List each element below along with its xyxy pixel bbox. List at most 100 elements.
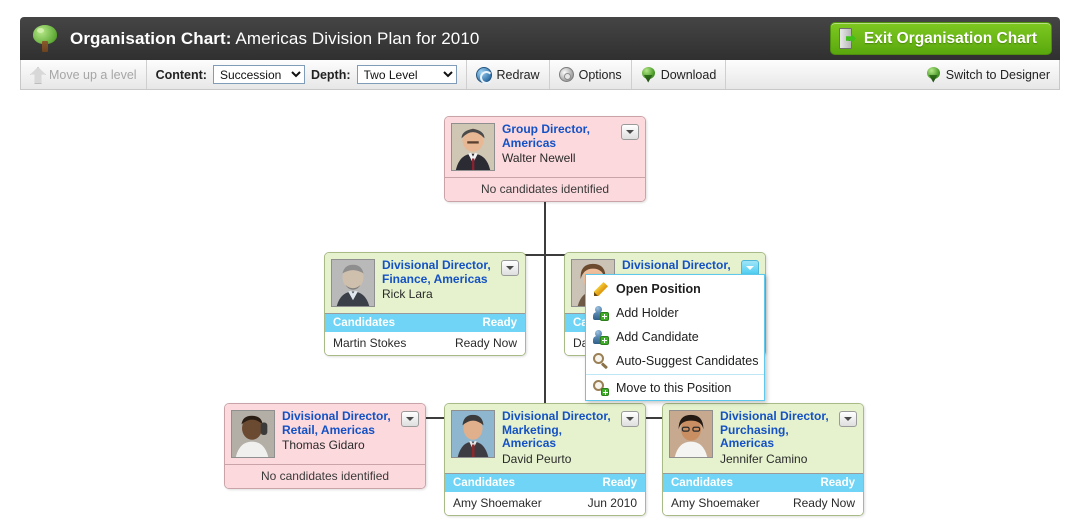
node-menu-button[interactable] [621,411,639,427]
magnifier-icon [593,353,609,369]
candidates-column-label: Candidates [671,476,733,489]
candidate-name: Amy Shoemaker [671,495,760,510]
ready-column-label: Ready [820,476,855,489]
add-person-icon [593,329,609,345]
move-up-a-level-button[interactable]: Move up a level [30,67,137,82]
node-person: Rick Lara [382,287,433,301]
node-titles: Divisional Director, Retail, Americas Th… [282,409,419,458]
node-person: Jennifer Camino [720,451,808,466]
context-menu-item-open-position[interactable]: Open Position [586,277,764,301]
no-candidates-label: No candidates identified [445,177,645,201]
avatar [451,410,495,458]
node-person: Walter Newell [502,151,576,165]
gear-icon [558,67,574,82]
toolbar-group-designer: Switch to Designer [726,60,1059,89]
page-title: Organisation Chart: Americas Division Pl… [70,29,479,49]
switch-to-designer-label: Switch to Designer [945,67,1050,82]
node-card-purchasing[interactable]: Divisional Director, Purchasing, America… [662,403,864,516]
node-titles: Divisional Director, Purchasing, America… [720,409,857,467]
move-up-a-level-label: Move up a level [49,67,137,82]
context-menu-item-add-candidate[interactable]: Add Candidate [586,325,764,349]
exit-organisation-chart-button[interactable]: Exit Organisation Chart [829,22,1052,55]
context-menu: Open Position Add Holder Add Candidate A… [585,274,765,401]
title-bar: Organisation Chart: Americas Division Pl… [20,17,1060,60]
node-titles: Group Director, Americas Walter Newell [502,122,639,171]
context-menu-item-label: Move to this Position [616,381,732,395]
context-menu-item-label: Add Holder [616,306,679,320]
chevron-down-icon [746,266,754,270]
avatar [331,259,375,307]
ready-column-label: Ready [482,317,517,329]
pencil-icon [593,281,609,297]
node-menu-button[interactable] [839,411,857,427]
node-header: Group Director, Americas Walter Newell [445,117,645,177]
toolbar-group-navigate: Move up a level [21,60,147,89]
toolbar: Move up a level Content: Succession Dept… [20,60,1060,90]
context-menu-item-label: Open Position [616,282,701,296]
toolbar-group-download: Download [632,60,727,89]
chevron-down-icon [626,417,634,421]
node-header: Divisional Director, Marketing, Americas… [445,404,645,473]
page-title-strong: Organisation Chart: [70,28,232,48]
connector-center-vertical [544,254,546,417]
node-titles: Divisional Director, Finance, Americas R… [382,258,519,307]
node-role: Divisional Director, Purchasing, America… [720,409,829,450]
tree-icon [30,24,60,54]
node-card-marketing[interactable]: Divisional Director, Marketing, Americas… [444,403,646,516]
page-title-sub: Americas Division Plan for 2010 [231,28,480,48]
candidates-header: Candidates Ready [663,472,863,492]
node-card-retail[interactable]: Divisional Director, Retail, Americas Th… [224,403,426,489]
candidate-row[interactable]: Amy Shoemaker Jun 2010 [445,491,645,515]
exit-door-icon [838,28,856,49]
node-titles: Divisional Director, Marketing, Americas… [502,409,639,467]
toolbar-group-redraw: Redraw [467,60,550,89]
candidate-ready: Jun 2010 [587,495,637,510]
node-header: Divisional Director, Finance, Americas R… [325,253,525,313]
node-header: Divisional Director, Purchasing, America… [663,404,863,473]
node-header: Divisional Director, Retail, Americas Th… [225,404,425,464]
node-card-finance[interactable]: Divisional Director, Finance, Americas R… [324,252,526,356]
candidates-header: Candidates Ready [325,313,525,332]
candidate-name: Amy Shoemaker [453,495,542,510]
redraw-label: Redraw [496,67,540,82]
options-button[interactable]: Options [558,67,622,82]
candidates-header: Candidates Ready [445,472,645,492]
depth-label: Depth: [310,67,351,82]
node-menu-button[interactable] [501,260,519,276]
toolbar-group-content: Content: Succession Depth: Two Level [147,60,467,89]
content-select[interactable]: Succession [212,65,305,84]
candidate-ready: Ready Now [792,495,855,510]
candidate-row[interactable]: Martin Stokes Ready Now [325,332,525,355]
organisation-chart-app: Organisation Chart: Americas Division Pl… [0,0,1079,531]
switch-to-designer-button[interactable]: Switch to Designer [926,66,1050,83]
node-menu-button[interactable] [621,124,639,140]
up-arrow-icon [30,67,44,82]
avatar [451,123,495,171]
redraw-button[interactable]: Redraw [475,66,540,84]
node-person: Thomas Gidaro [282,438,365,452]
node-role: Divisional Director, Marketing, Americas [502,409,611,450]
download-label: Download [660,67,717,82]
node-menu-button[interactable] [401,411,419,427]
context-menu-item-move-to-this-position[interactable]: Move to this Position [586,376,764,400]
toolbar-group-options: Options [550,60,632,89]
node-role: Group Director, Americas [502,122,591,150]
context-menu-item-label: Auto-Suggest Candidates [616,354,759,368]
chart-canvas: Group Director, Americas Walter Newell N… [0,92,1079,531]
context-menu-separator [586,374,764,375]
avatar [231,410,275,458]
context-menu-item-add-holder[interactable]: Add Holder [586,301,764,325]
download-button[interactable]: Download [641,66,717,83]
depth-select[interactable]: Two Level [356,65,457,84]
magnifier-move-icon [593,380,609,396]
candidate-row[interactable]: Amy Shoemaker Ready Now [663,491,863,515]
globe-download-icon [641,66,656,83]
node-card-root[interactable]: Group Director, Americas Walter Newell N… [444,116,646,202]
add-person-icon [593,305,609,321]
options-label: Options [578,67,622,82]
node-person: David Peurto [502,451,572,466]
exit-button-label: Exit Organisation Chart [863,29,1037,47]
content-label: Content: [155,67,207,82]
context-menu-item-auto-suggest-candidates[interactable]: Auto-Suggest Candidates [586,349,764,373]
chevron-down-icon [506,266,514,270]
